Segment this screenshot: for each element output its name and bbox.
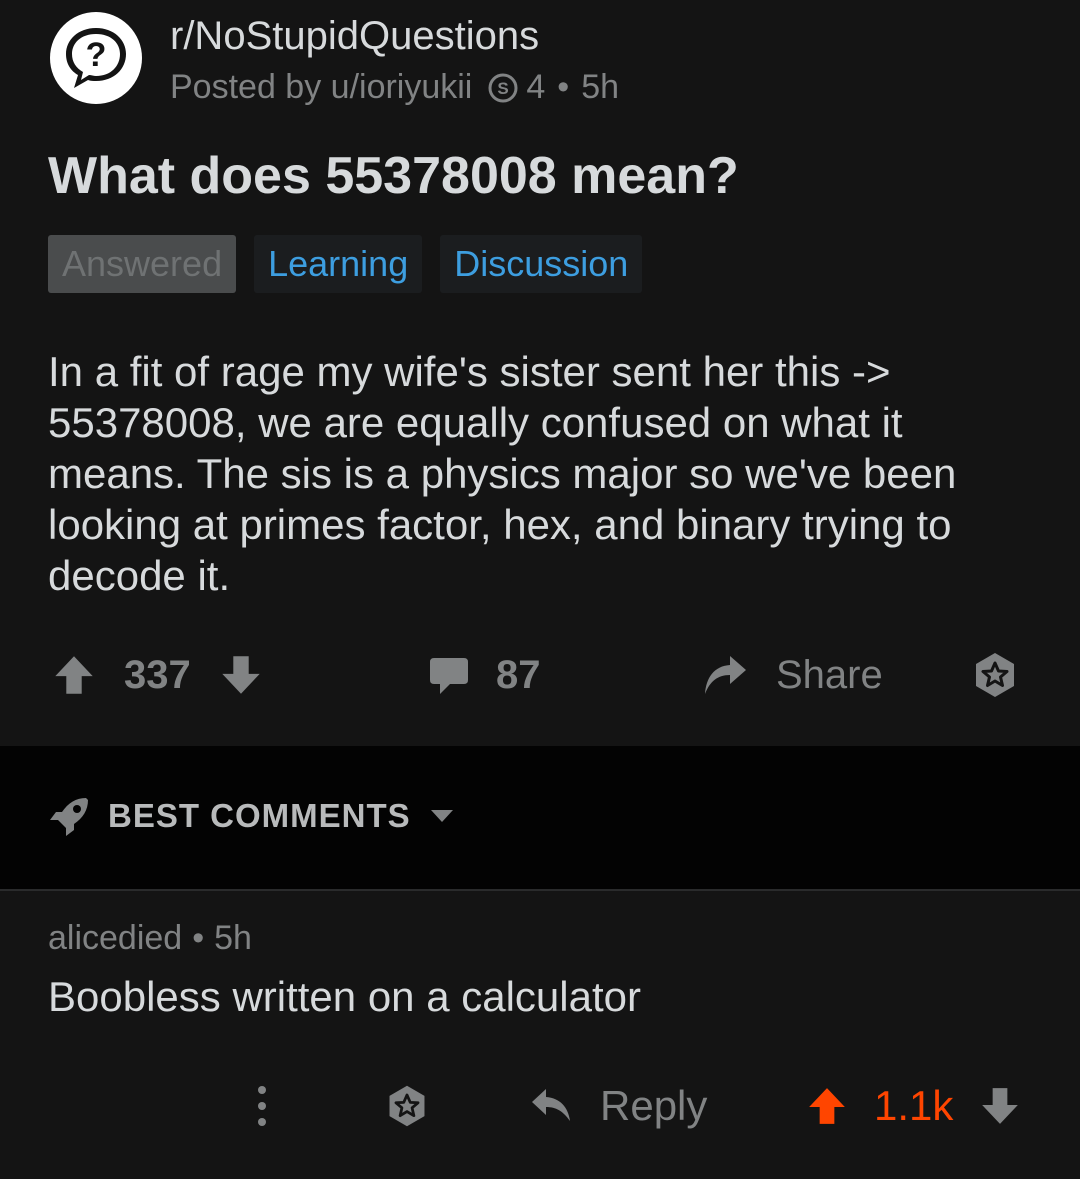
question-bubble-icon[interactable]: ? [50,12,142,104]
separator-dot: • [192,919,205,957]
comment-author[interactable]: alicedied [48,919,182,957]
comment-meta: alicedied • 5h [48,919,252,958]
arrow-up-icon[interactable] [52,653,96,697]
separator-dot: • [557,68,570,106]
svg-text:S: S [498,79,509,98]
award-star-icon [389,1085,425,1127]
flair-answered[interactable]: Answered [48,235,237,293]
comment-award-button[interactable] [384,1076,430,1136]
comment: alicedied • 5h Boobless written on a calcu… [0,891,1080,1179]
flair-discussion[interactable]: Discussion [440,235,643,293]
share-button[interactable]: Share [702,645,883,705]
sort-label: BEST COMMENTS [108,797,411,834]
comment-score: 1.1k [874,1082,954,1129]
speech-bubble-icon [430,658,468,694]
post-age: 5h [581,68,620,106]
arrow-down-icon[interactable] [219,653,263,697]
comment-sort-bar: BEST COMMENTS [0,746,1080,890]
arrow-down-icon[interactable] [979,1085,1021,1127]
post-title[interactable]: What does 55378008 mean? [48,146,739,206]
reply-button[interactable]: Reply [530,1076,707,1136]
more-options-button[interactable] [252,1076,272,1136]
comment-body: Boobless written on a calculator [48,973,641,1020]
snoo-coin-icon: S [488,73,518,102]
chevron-down-icon [430,810,453,822]
award-button[interactable] [970,645,1020,705]
vertical-dots-icon [258,1086,266,1126]
share-arrow-icon [705,656,746,694]
karma-count: 4 [526,68,546,106]
share-label: Share [776,652,883,697]
reply-label: Reply [600,1082,708,1129]
post-card: ? r/NoStupidQuestions Posted by u/ioriyu… [0,0,1080,746]
award-star-icon [976,653,1014,697]
rocket-icon [50,798,88,836]
sort-dropdown[interactable]: BEST COMMENTS [48,794,471,838]
post-meta: Posted by u/ioriyukii S 4 • 5h [170,68,619,107]
flair-learning[interactable]: Learning [254,235,423,293]
comment-action-bar: Reply 1.1k [0,1076,1080,1136]
svg-text:?: ? [86,36,107,74]
posted-by[interactable]: Posted by u/ioriyukii [170,68,472,107]
comment-age: 5h [214,919,252,957]
reply-arrow-icon [532,1089,570,1121]
post-body-text: In a fit of rage my wife's sister sent h… [48,348,957,599]
comment-count: 87 [496,652,541,697]
arrow-up-icon[interactable] [806,1085,848,1127]
comments-button[interactable]: 87 [428,645,541,705]
post-body: In a fit of rage my wife's sister sent h… [48,346,1008,601]
post-vote-controls: 337 [52,645,263,705]
comment-vote-controls: 1.1k [806,1076,1021,1136]
flair-list: Answered Learning Discussion [48,235,643,293]
post-action-bar: 337 87 Share [0,645,1080,705]
post-score: 337 [124,652,191,697]
subreddit-name[interactable]: r/NoStupidQuestions [170,14,539,59]
